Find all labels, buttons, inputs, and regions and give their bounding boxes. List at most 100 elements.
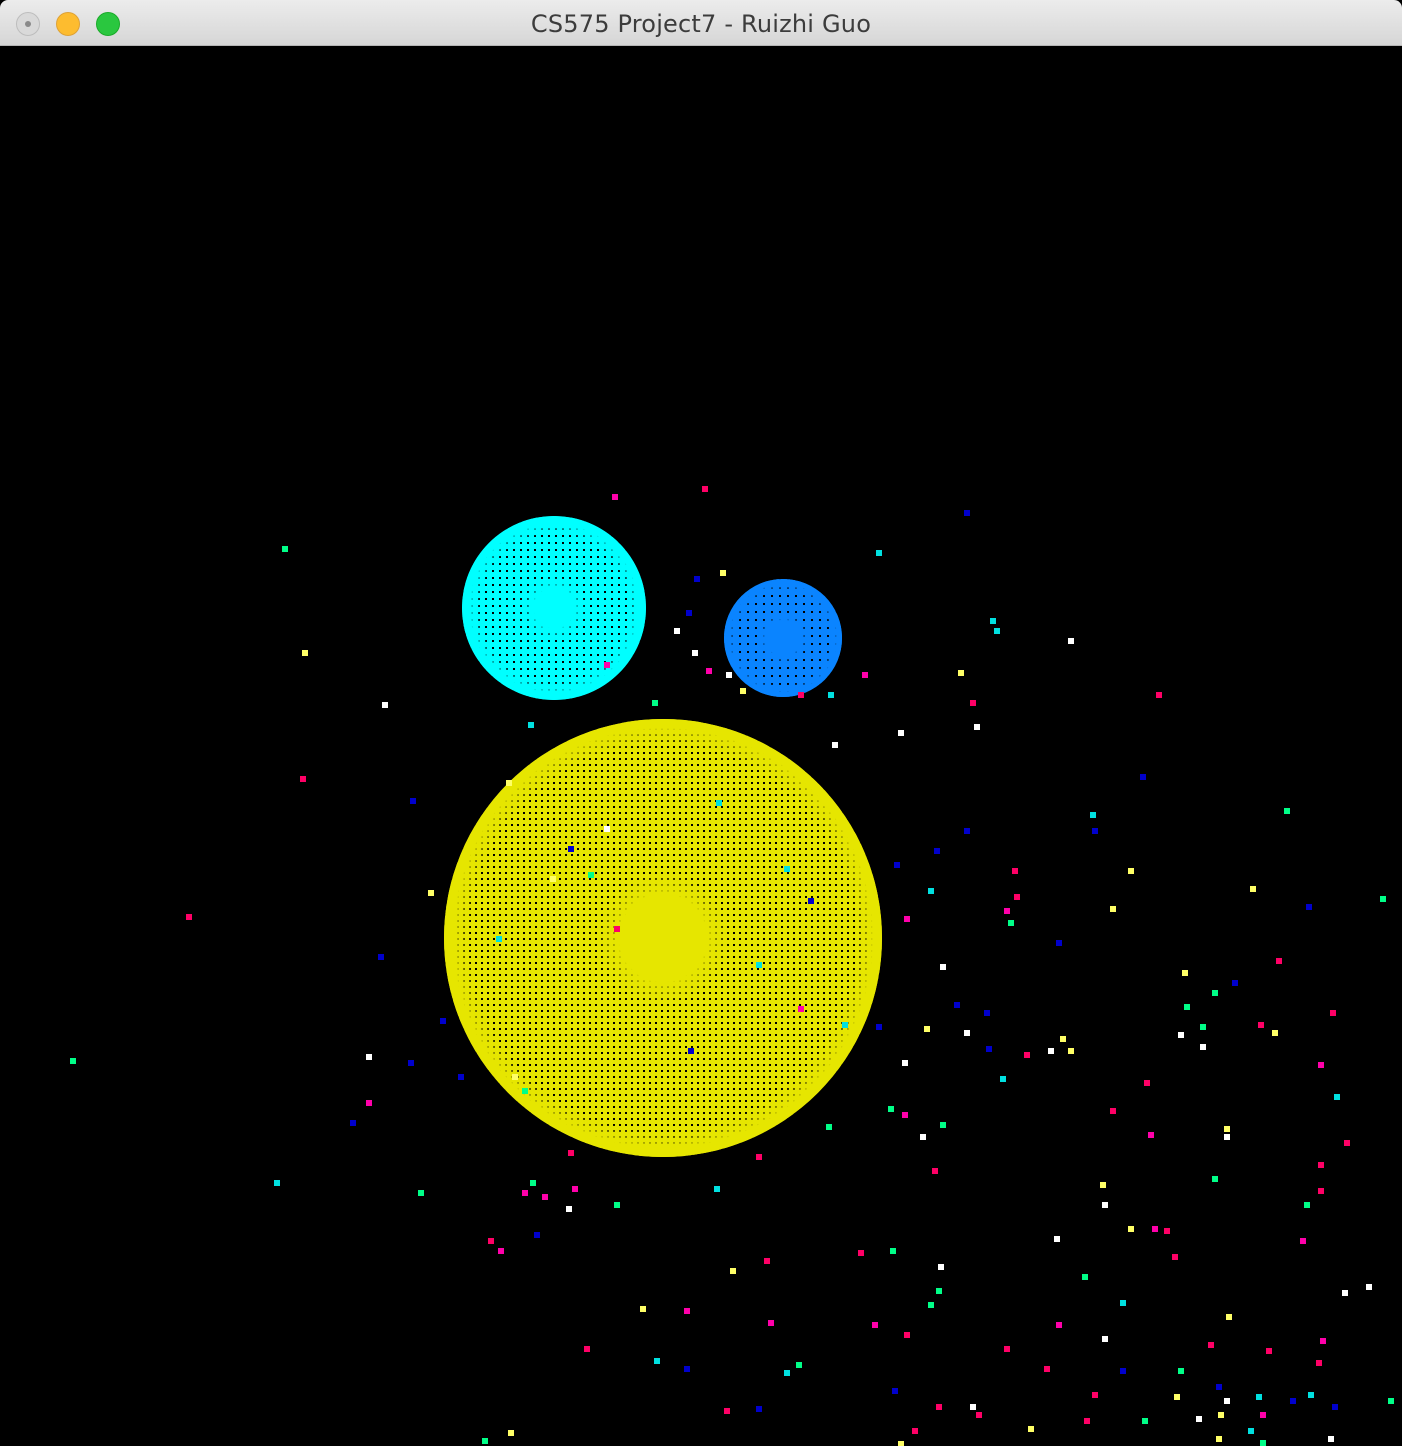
particle-dot (686, 610, 692, 616)
particle-dot (1258, 1022, 1264, 1028)
particle-dot (1110, 906, 1116, 912)
particle-dot (1044, 1366, 1050, 1372)
particle-dot (796, 1362, 802, 1368)
particle-dot (1012, 868, 1018, 874)
particle-dot (1148, 1132, 1154, 1138)
particle-dot (378, 954, 384, 960)
particle-dot (1174, 1394, 1180, 1400)
particle-dot (458, 1074, 464, 1080)
particle-dot (1344, 1140, 1350, 1146)
particle-dot (984, 1010, 990, 1016)
particle-dot (1320, 1338, 1326, 1344)
particle-dot (428, 890, 434, 896)
particle-dot (1056, 1322, 1062, 1328)
particle-dot (1082, 1274, 1088, 1280)
particle-dot (482, 1438, 488, 1444)
particle-dot (1120, 1368, 1126, 1374)
particle-dot (1102, 1336, 1108, 1342)
particle-dot (1140, 774, 1146, 780)
particle-dot (1388, 1398, 1394, 1404)
particle-dot (530, 1180, 536, 1186)
app-window: CS575 Project7 - Ruizhi Guo (0, 0, 1402, 1446)
particle-dot (888, 1106, 894, 1112)
particle-dot (1000, 1076, 1006, 1082)
particle-dot (186, 914, 192, 920)
particle-dot (550, 876, 556, 882)
particle-dot (1178, 1368, 1184, 1374)
particle-dot (1250, 886, 1256, 892)
particle-dot (714, 1186, 720, 1192)
window-title: CS575 Project7 - Ruizhi Guo (530, 10, 872, 38)
particle-dot (904, 916, 910, 922)
particle-dot (1306, 904, 1312, 910)
particle-dot (784, 866, 790, 872)
particle-dot (1256, 1394, 1262, 1400)
particle-dot (1060, 1036, 1066, 1042)
particle-dot (1028, 1426, 1034, 1432)
particle-dot (522, 1190, 528, 1196)
particle-dot (1128, 868, 1134, 874)
particle-dot (958, 670, 964, 676)
particle-dot (1120, 1300, 1126, 1306)
particle-dot (876, 1024, 882, 1030)
particle-dot (1208, 1342, 1214, 1348)
sphere-blue (724, 579, 842, 697)
particle-dot (1266, 1348, 1272, 1354)
particle-dot (1328, 1436, 1334, 1442)
particle-dot (986, 1046, 992, 1052)
particle-dot (1184, 1004, 1190, 1010)
particle-dot (938, 1264, 944, 1270)
particle-dot (1164, 1228, 1170, 1234)
particle-dot (1318, 1188, 1324, 1194)
particle-dot (784, 1370, 790, 1376)
particle-dot (862, 672, 868, 678)
particle-dot (1196, 1416, 1202, 1422)
particle-dot (912, 1428, 918, 1434)
particle-dot (302, 650, 308, 656)
particle-dot (858, 1250, 864, 1256)
particle-dot (1380, 896, 1386, 902)
particle-dot (1334, 1094, 1340, 1100)
particle-dot (964, 828, 970, 834)
window-titlebar[interactable]: CS575 Project7 - Ruizhi Guo (0, 0, 1402, 46)
particle-dot (1084, 1418, 1090, 1424)
particle-dot (1290, 1398, 1296, 1404)
particle-dot (534, 1232, 540, 1238)
particle-dot (1260, 1412, 1266, 1418)
particle-dot (1272, 1030, 1278, 1036)
particle-dot (1216, 1436, 1222, 1442)
particle-dot (1056, 940, 1062, 946)
particle-dot (940, 1122, 946, 1128)
render-viewport[interactable] (0, 47, 1402, 1446)
particle-dot (1014, 894, 1020, 900)
particle-dot (928, 888, 934, 894)
particle-dot (1216, 1384, 1222, 1390)
particle-dot (1178, 1032, 1184, 1038)
particle-dot (876, 550, 882, 556)
particle-dot (1182, 970, 1188, 976)
particle-dot (764, 1258, 770, 1264)
particle-dot (890, 1248, 896, 1254)
particle-dot (350, 1120, 356, 1126)
particle-dot (1212, 1176, 1218, 1182)
particle-dot (976, 1412, 982, 1418)
particle-dot (898, 1441, 904, 1446)
particle-dot (934, 848, 940, 854)
particle-dot (1284, 808, 1290, 814)
particle-dot (798, 1006, 804, 1012)
particle-dot (366, 1100, 372, 1106)
particle-dot (1008, 920, 1014, 926)
particle-dot (1224, 1134, 1230, 1140)
particle-dot (684, 1308, 690, 1314)
particle-dot (1224, 1126, 1230, 1132)
particle-dot (808, 898, 814, 904)
particle-dot (724, 1408, 730, 1414)
particle-dot (1218, 1412, 1224, 1418)
particle-dot (720, 570, 726, 576)
particle-dot (496, 936, 502, 942)
particle-dot (1004, 1346, 1010, 1352)
particle-dot (1100, 1182, 1106, 1188)
particle-dot (740, 688, 746, 694)
particle-dot (522, 1088, 528, 1094)
particle-dot (1304, 1202, 1310, 1208)
